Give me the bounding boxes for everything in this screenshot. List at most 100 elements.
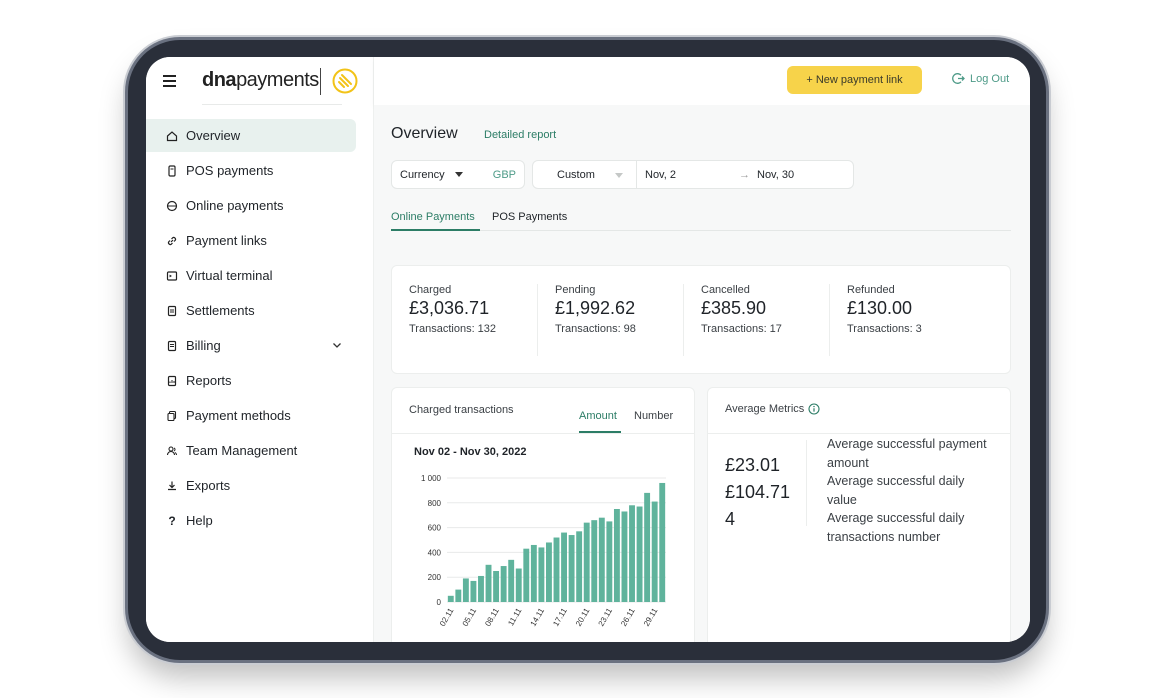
sidebar-item-virtual-terminal[interactable]: Virtual terminal	[146, 259, 374, 292]
y-tick-label: 200	[428, 573, 442, 582]
y-tick-label: 0	[437, 598, 442, 607]
bar	[568, 535, 575, 602]
stat-transactions: Transactions: 17	[701, 323, 782, 335]
stat-divider	[683, 284, 684, 356]
avg-daily-transactions-label: Average successful daily transactions nu…	[827, 511, 965, 544]
date-range-picker[interactable]: Custom Nov, 2 → Nov, 30	[532, 160, 854, 189]
sidebar-item-label: Online payments	[186, 198, 284, 213]
cards-icon	[166, 410, 178, 422]
bar	[470, 580, 477, 602]
sidebar-item-settlements[interactable]: Settlements	[146, 294, 374, 327]
detailed-report-link[interactable]: Detailed report	[484, 129, 556, 141]
tab-pos-payments[interactable]: POS Payments	[492, 211, 567, 223]
sidebar-item-exports[interactable]: Exports	[146, 469, 374, 502]
avg-labels: Average successful payment amount Averag…	[827, 435, 997, 546]
stat-label: Refunded	[847, 284, 895, 296]
bar	[553, 537, 560, 602]
bar	[515, 568, 522, 602]
card-divider	[708, 433, 1010, 434]
bar	[546, 542, 552, 602]
document-icon	[166, 305, 178, 317]
x-tick-label: 29.11	[642, 606, 660, 628]
date-to-input[interactable]: Nov, 30	[757, 169, 794, 181]
sidebar-item-label: Overview	[186, 128, 241, 143]
stats-card: Charged £3,036.71 Transactions: 132 Pend…	[391, 265, 1011, 374]
sidebar-item-team-management[interactable]: Team Management	[146, 434, 374, 467]
bar	[500, 566, 507, 602]
currency-select[interactable]: Currency GBP	[391, 160, 525, 189]
currency-value: GBP	[492, 168, 516, 181]
caret-down-icon	[615, 173, 623, 178]
tab-online-payments[interactable]: Online Payments	[391, 211, 475, 223]
sidebar-item-reports[interactable]: Reports	[146, 364, 374, 397]
sidebar-item-label: Payment methods	[186, 408, 291, 423]
stat-value: £385.90	[701, 298, 767, 318]
question-icon: ?	[168, 513, 176, 528]
avg-metrics-label: Average Metrics	[725, 403, 805, 415]
link-icon	[166, 235, 178, 247]
x-tick-label: 05.11	[461, 606, 479, 628]
bar	[629, 505, 635, 602]
bar	[598, 517, 605, 602]
avg-daily-transactions-value: 4	[725, 509, 736, 529]
x-tick-label: 08.11	[483, 606, 501, 628]
avg-payment-amount-value: £23.01	[725, 455, 781, 475]
bar	[478, 575, 484, 602]
bar	[651, 501, 658, 602]
new-payment-link-button[interactable]: + New payment link	[787, 66, 922, 94]
menu-icon[interactable]	[163, 75, 176, 87]
chevron-down-icon[interactable]	[332, 340, 342, 350]
logo-divider	[320, 68, 321, 95]
logout-button[interactable]: Log Out	[952, 72, 1009, 85]
sidebar-header: dnapayments	[146, 57, 374, 105]
sidebar-item-pos-payments[interactable]: POS payments	[146, 154, 374, 187]
toggle-amount[interactable]: Amount	[579, 410, 617, 422]
stat-label: Cancelled	[701, 284, 750, 296]
bar	[447, 595, 454, 602]
bar	[538, 547, 545, 602]
brand-mark-icon	[332, 68, 358, 94]
sidebar-item-label: Virtual terminal	[186, 268, 273, 283]
sidebar-item-overview[interactable]: Overview	[146, 119, 356, 152]
invoice-icon	[166, 340, 178, 352]
bar	[636, 506, 643, 602]
report-icon	[166, 375, 178, 387]
sidebar-item-label: Team Management	[186, 443, 298, 458]
stat-refunded: Refunded £130.00 Transactions: 3	[847, 284, 993, 335]
toggle-number[interactable]: Number	[634, 410, 673, 422]
x-tick-label: 14.11	[529, 606, 547, 628]
stat-divider	[537, 284, 538, 356]
sidebar-item-label: Payment links	[186, 233, 267, 248]
x-tick-label: 11.11	[506, 606, 523, 627]
sidebar-item-payment-methods[interactable]: Payment methods	[146, 399, 374, 432]
avg-payment-amount-label: Average successful payment amount	[827, 437, 987, 470]
bar	[576, 531, 583, 602]
date-from-input[interactable]: Nov, 2	[645, 169, 676, 181]
sidebar-divider	[202, 104, 342, 105]
sidebar-item-label: POS payments	[186, 163, 274, 178]
bar	[659, 482, 666, 602]
x-tick-label: 20.11	[574, 606, 592, 628]
sidebar-item-help[interactable]: ? Help	[146, 504, 374, 537]
bar	[485, 564, 492, 602]
stat-value: £3,036.71	[409, 298, 490, 318]
sidebar-nav: Overview POS payments Online payments Pa…	[146, 119, 374, 539]
info-icon[interactable]	[808, 403, 820, 415]
bar	[613, 509, 620, 602]
brand-name-bold: dna	[202, 69, 237, 91]
avg-daily-value-value: £104.71	[725, 482, 791, 502]
sidebar-item-online-payments[interactable]: Online payments	[146, 189, 374, 222]
stat-cancelled: Cancelled £385.90 Transactions: 17	[701, 284, 847, 335]
range-select[interactable]: Custom	[557, 169, 595, 181]
sidebar-item-label: Reports	[186, 373, 232, 388]
sidebar-item-billing[interactable]: Billing	[146, 329, 374, 362]
stat-pending: Pending £1,992.62 Transactions: 98	[555, 284, 701, 335]
brand-name-light: payments	[236, 69, 319, 91]
home-icon	[166, 130, 178, 142]
charged-transactions-card: Charged transactions Amount Number Nov 0…	[391, 387, 695, 642]
bar	[561, 532, 567, 602]
logout-label: Log Out	[970, 72, 1010, 85]
bar	[644, 492, 651, 602]
bar	[462, 578, 469, 602]
sidebar-item-payment-links[interactable]: Payment links	[146, 224, 374, 257]
